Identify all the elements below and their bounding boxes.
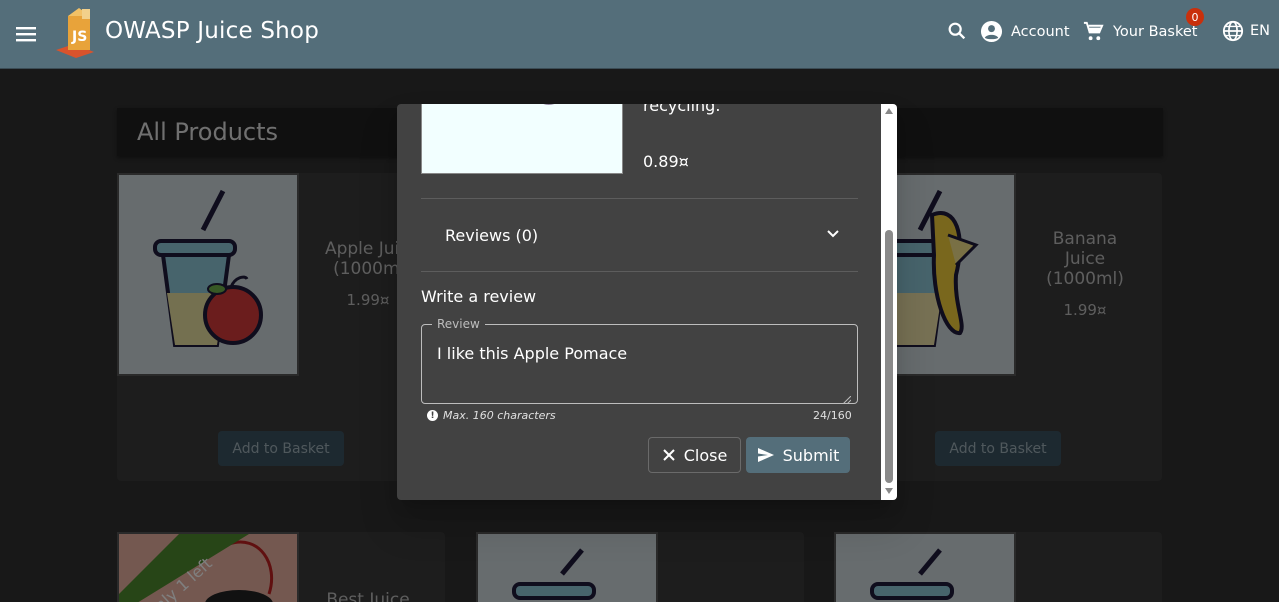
scrollbar-thumb[interactable] bbox=[885, 230, 893, 483]
shopping-cart-icon bbox=[1083, 21, 1104, 41]
app-title[interactable]: OWASP Juice Shop bbox=[105, 18, 319, 44]
menu-icon[interactable] bbox=[12, 20, 40, 48]
info-icon: ! bbox=[427, 410, 438, 421]
search-icon[interactable] bbox=[946, 20, 968, 42]
language-button[interactable]: EN bbox=[1222, 20, 1270, 42]
reviews-expansion-panel[interactable]: Reviews (0) bbox=[421, 199, 858, 271]
review-field-label: Review bbox=[432, 317, 485, 331]
dialog-scrollbar[interactable] bbox=[881, 104, 897, 500]
product-details-dialog: recycling. 0.89¤ Reviews (0) Write a rev… bbox=[397, 104, 897, 500]
product-price: 0.89¤ bbox=[643, 152, 689, 171]
resize-handle-icon[interactable] bbox=[842, 389, 852, 405]
juice-shop-logo-icon[interactable]: JS bbox=[54, 6, 104, 60]
language-label: EN bbox=[1250, 23, 1271, 39]
basket-button[interactable]: Your Basket bbox=[1082, 20, 1197, 43]
product-description: recycling. bbox=[643, 104, 721, 115]
send-icon bbox=[757, 448, 774, 462]
basket-count-badge: 0 bbox=[1186, 8, 1204, 26]
product-image bbox=[421, 104, 623, 174]
review-text[interactable]: I like this Apple Pomace bbox=[437, 344, 627, 363]
top-toolbar: JS OWASP Juice Shop Account Your Basket … bbox=[0, 0, 1279, 69]
close-button[interactable]: Close bbox=[648, 437, 741, 473]
divider bbox=[421, 271, 858, 272]
scroll-up-arrow-icon[interactable] bbox=[885, 108, 893, 114]
review-textarea[interactable]: Review I like this Apple Pomace bbox=[421, 317, 858, 405]
character-counter: 24/160 bbox=[813, 409, 852, 422]
close-icon bbox=[662, 449, 675, 461]
basket-label: Your Basket bbox=[1113, 23, 1198, 40]
review-hint: ! Max. 160 characters bbox=[427, 409, 556, 422]
scroll-down-arrow-icon[interactable] bbox=[885, 488, 893, 494]
submit-label: Submit bbox=[782, 445, 840, 465]
write-review-heading: Write a review bbox=[421, 287, 537, 306]
globe-icon bbox=[1222, 20, 1244, 42]
reviews-label: Reviews (0) bbox=[445, 226, 539, 245]
account-button[interactable]: Account bbox=[980, 20, 1070, 43]
account-label: Account bbox=[1011, 23, 1070, 40]
hint-text: Max. 160 characters bbox=[443, 409, 556, 422]
chevron-down-icon bbox=[826, 226, 840, 245]
account-circle-icon bbox=[980, 20, 1003, 43]
close-label: Close bbox=[683, 445, 728, 465]
svg-text:JS: JS bbox=[71, 29, 87, 45]
submit-button[interactable]: Submit bbox=[746, 437, 850, 473]
